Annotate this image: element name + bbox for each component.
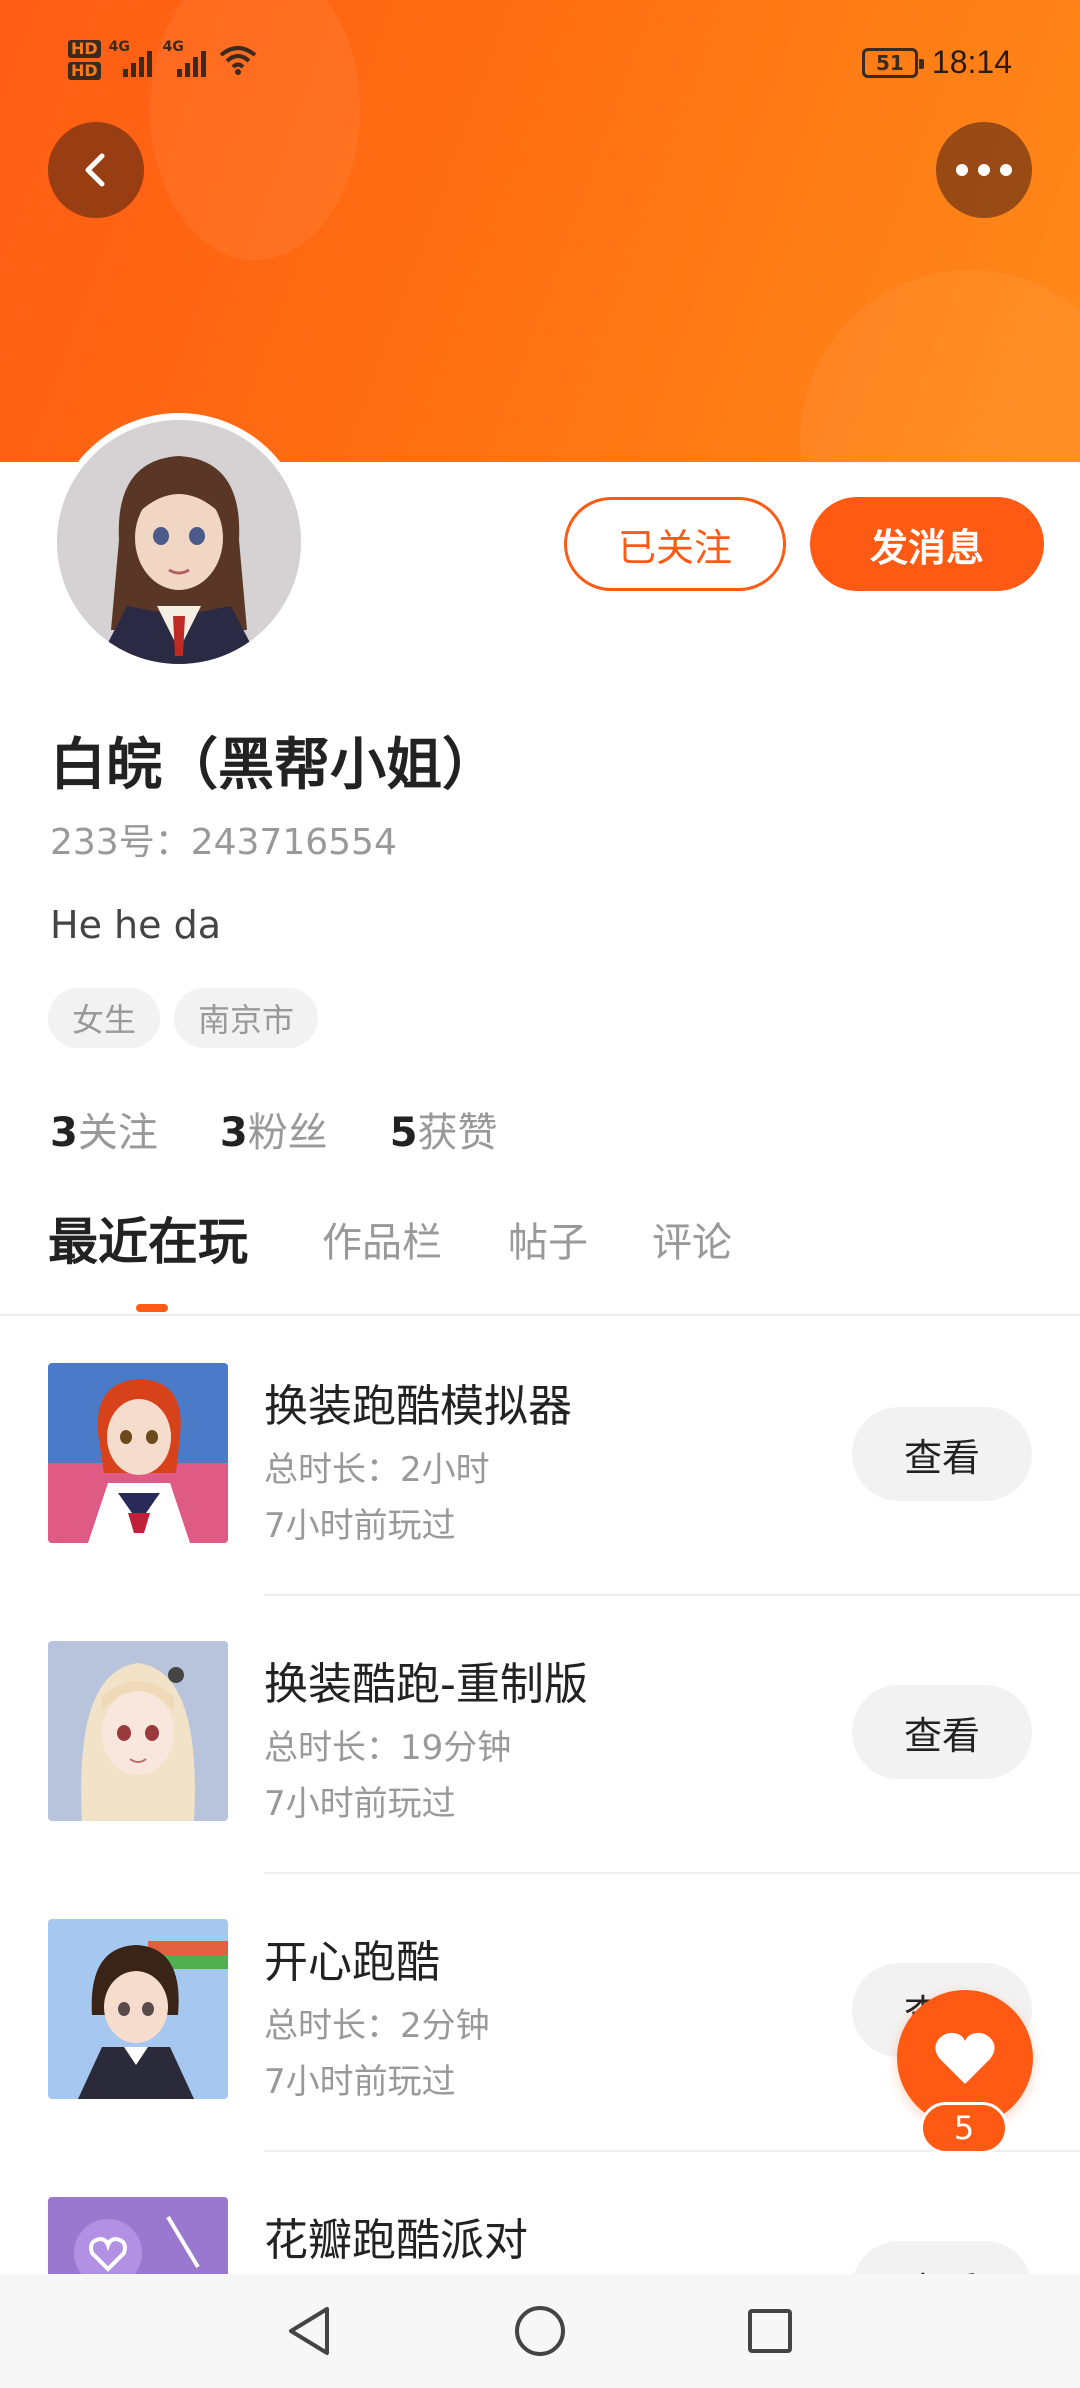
followed-button[interactable]: 已关注 [564,497,786,591]
system-navigation-bar [0,2274,1080,2388]
game-duration: 总时长：19分钟 [264,1728,512,1768]
signal-icon: 4G [163,39,209,77]
battery-icon: 51 [861,47,924,78]
wifi-icon [219,44,257,76]
tab-works[interactable]: 作品栏 [322,1210,442,1268]
more-button[interactable] [936,122,1032,218]
profile-bio: He he da [50,903,221,947]
game-duration: 总时长：2小时 [264,1450,490,1490]
stat-followers[interactable]: 3 粉丝 [220,1100,328,1158]
game-last-played: 7小时前玩过 [264,1784,456,1824]
game-last-played: 7小时前玩过 [264,1506,456,1546]
signal-icon: 4G [109,39,155,77]
triangle-back-icon [289,2307,329,2355]
list-item[interactable]: 换装酷跑-重制版 总时长：19分钟 7小时前玩过 查看 [0,1596,1080,1874]
hd-indicator: HD HD [68,40,101,80]
tag-location: 南京市 [174,988,319,1048]
send-message-button[interactable]: 发消息 [810,497,1044,591]
game-thumbnail [48,1919,228,2099]
heart-icon [935,2032,995,2084]
avatar[interactable] [50,413,308,671]
game-title: 开心跑酷 [264,1937,440,1988]
game-thumbnail [48,1363,228,1543]
game-title: 换装跑酷模拟器 [264,1381,572,1432]
profile-name: 白皖（黑帮小姐） [50,733,498,798]
like-count-badge: 5 [920,2102,1008,2154]
status-bar: HD HD 4G 4G 51 18:14 [0,0,1080,130]
profile-tabs: 最近在玩 作品栏 帖子 评论 [0,1210,1080,1316]
avatar-image [57,420,301,664]
game-title: 花瓣跑酷派对 [264,2215,528,2266]
square-recents-icon [748,2309,792,2353]
back-button[interactable] [48,122,144,218]
profile-stats: 3 关注 3 粉丝 5 获赞 [50,1100,498,1158]
game-last-played: 7小时前玩过 [264,2062,456,2102]
circle-home-icon [515,2306,565,2356]
nav-back-button[interactable] [274,2296,344,2366]
profile-tags: 女生 南京市 [48,988,319,1048]
clock: 18:14 [931,44,1012,80]
list-item[interactable]: 换装跑酷模拟器 总时长：2小时 7小时前玩过 查看 [0,1318,1080,1596]
tab-recently-played[interactable]: 最近在玩 [48,1202,248,1274]
tab-comments[interactable]: 评论 [652,1210,732,1268]
view-button[interactable]: 查看 [852,1685,1032,1779]
tag-gender: 女生 [48,988,161,1048]
game-title: 换装酷跑-重制版 [264,1659,588,1710]
user-id: 233号：243716554 [50,822,397,863]
nav-recents-button[interactable] [735,2296,805,2366]
back-arrow-icon [85,153,105,187]
tab-indicator [136,1304,168,1312]
game-thumbnail [48,1641,228,1821]
stat-likes: 5 获赞 [389,1110,498,1156]
view-button[interactable]: 查看 [852,1407,1032,1501]
tab-posts[interactable]: 帖子 [508,1210,588,1268]
more-dots-icon [956,164,1012,176]
game-duration: 总时长：2分钟 [264,2006,490,2046]
stat-following[interactable]: 3 关注 [50,1100,158,1158]
nav-home-button[interactable] [505,2296,575,2366]
